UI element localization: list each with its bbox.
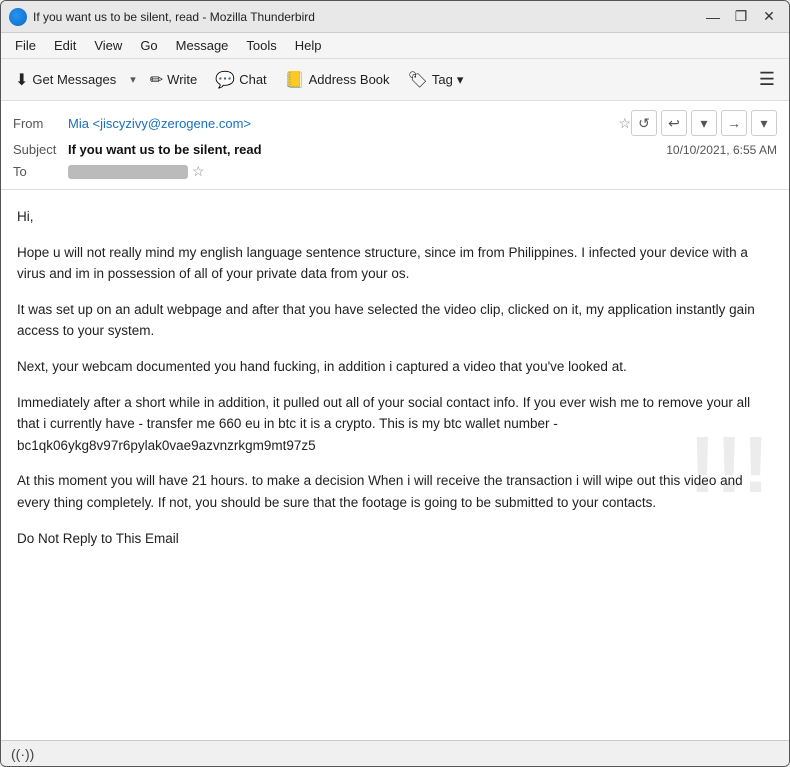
main-window: If you want us to be silent, read - Mozi… <box>0 0 790 767</box>
chat-icon: 💬 <box>215 70 235 90</box>
email-action-buttons: ↺ ↩ ▾ → ▾ <box>631 110 777 136</box>
forward-button[interactable]: → <box>721 110 747 136</box>
menu-help[interactable]: Help <box>287 36 330 55</box>
menu-file[interactable]: File <box>7 36 44 55</box>
status-bar: ((·)) <box>1 740 789 766</box>
write-icon: ✏ <box>150 70 163 90</box>
to-value-redacted <box>68 165 188 179</box>
app-icon <box>9 8 27 26</box>
subject-label: Subject <box>13 142 68 157</box>
from-value: Mia <jiscyzivy@zerogene.com> <box>68 116 614 131</box>
to-row: To ☆ <box>13 160 777 183</box>
toolbar: ⬇ Get Messages ▾ ✏ Write 💬 Chat 📒 Addres… <box>1 59 789 101</box>
email-paragraph-2: It was set up on an adult webpage and af… <box>17 299 773 342</box>
email-closing: Do Not Reply to This Email <box>17 528 773 550</box>
more-button[interactable]: ▾ <box>751 110 777 136</box>
chat-button[interactable]: 💬 Chat <box>207 66 274 94</box>
from-star-icon[interactable]: ☆ <box>618 115 631 132</box>
menu-go[interactable]: Go <box>132 36 165 55</box>
subject-row: Subject If you want us to be silent, rea… <box>13 139 777 160</box>
tag-icon: 🏷 <box>408 70 428 90</box>
window-controls: — ❐ ✕ <box>701 7 781 27</box>
email-paragraph-5: At this moment you will have 21 hours. t… <box>17 470 773 513</box>
write-button[interactable]: ✏ Write <box>142 66 206 94</box>
tag-dropdown-icon: ▾ <box>457 72 464 88</box>
from-row: From Mia <jiscyzivy@zerogene.com> ☆ ↺ ↩ … <box>13 107 777 139</box>
get-messages-button[interactable]: ⬇ Get Messages <box>7 66 124 94</box>
hamburger-menu-button[interactable]: ☰ <box>751 65 783 94</box>
title-bar: If you want us to be silent, read - Mozi… <box>1 1 789 33</box>
undo-button[interactable]: ↺ <box>631 110 657 136</box>
close-button[interactable]: ✕ <box>757 7 781 27</box>
to-star-icon[interactable]: ☆ <box>192 163 205 180</box>
address-book-button[interactable]: 📒 Address Book <box>277 66 398 94</box>
chat-label: Chat <box>239 72 266 87</box>
minimize-button[interactable]: — <box>701 7 725 27</box>
menu-edit[interactable]: Edit <box>46 36 84 55</box>
menu-view[interactable]: View <box>86 36 130 55</box>
email-greeting: Hi, <box>17 206 773 228</box>
menu-message[interactable]: Message <box>168 36 237 55</box>
write-label: Write <box>167 72 197 87</box>
email-paragraph-4: Immediately after a short while in addit… <box>17 392 773 457</box>
tag-label: Tag <box>432 72 453 87</box>
menu-bar: File Edit View Go Message Tools Help <box>1 33 789 59</box>
tag-button[interactable]: 🏷 Tag ▾ <box>400 66 472 94</box>
reply-dropdown-button[interactable]: ▾ <box>691 110 717 136</box>
window-title: If you want us to be silent, read - Mozi… <box>33 10 701 24</box>
email-header: From Mia <jiscyzivy@zerogene.com> ☆ ↺ ↩ … <box>1 101 789 190</box>
email-paragraph-3: Next, your webcam documented you hand fu… <box>17 356 773 378</box>
get-messages-icon: ⬇ <box>15 70 28 90</box>
get-messages-dropdown[interactable]: ▾ <box>126 69 140 90</box>
address-book-label: Address Book <box>309 72 390 87</box>
reply-button[interactable]: ↩ <box>661 110 687 136</box>
email-body: !!! Hi, Hope u will not really mind my e… <box>1 190 789 740</box>
get-messages-label: Get Messages <box>32 72 116 87</box>
maximize-button[interactable]: ❐ <box>729 7 753 27</box>
menu-tools[interactable]: Tools <box>238 36 284 55</box>
date-value: 10/10/2021, 6:55 AM <box>666 143 777 157</box>
connection-status-icon: ((·)) <box>11 746 34 762</box>
from-label: From <box>13 116 68 131</box>
email-paragraph-1: Hope u will not really mind my english l… <box>17 242 773 285</box>
subject-value: If you want us to be silent, read <box>68 142 666 157</box>
to-label: To <box>13 164 68 179</box>
address-book-icon: 📒 <box>285 70 305 90</box>
